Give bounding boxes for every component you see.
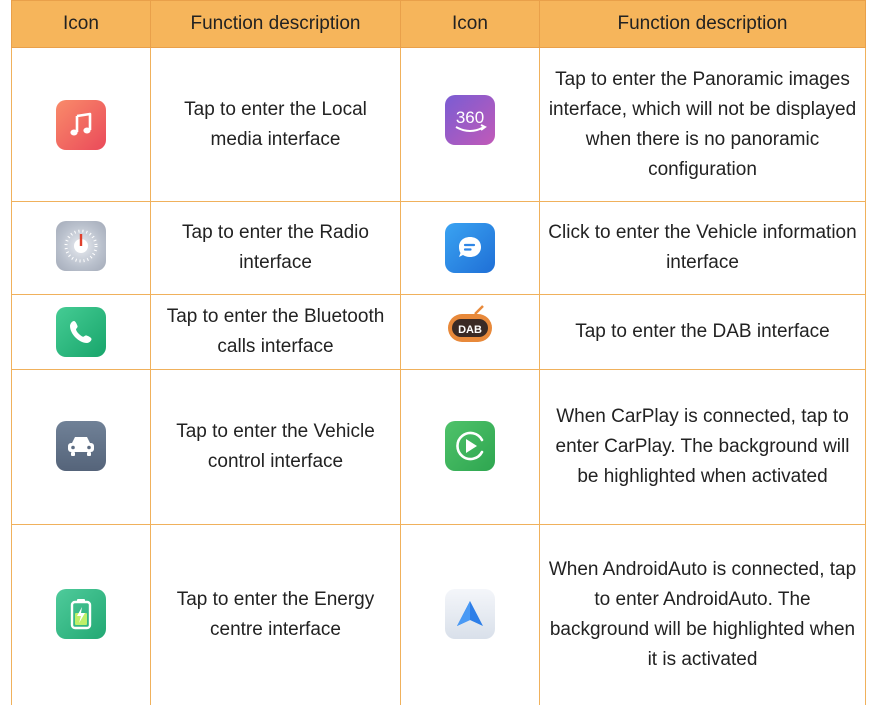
description-cell: Tap to enter the Vehicle control interfa… <box>150 369 401 525</box>
music-note-icon <box>56 99 106 150</box>
description-cell: Click to enter the Vehicle information i… <box>539 201 866 295</box>
table-row: Tap to enter the Radio interface Click t… <box>11 201 866 295</box>
icon-cell <box>11 294 151 370</box>
description-cell: Tap to enter the Bluetooth calls interfa… <box>150 294 401 370</box>
description-cell: Tap to enter the Panoramic images interf… <box>539 47 866 202</box>
dab-radio-icon: DAB <box>445 302 495 352</box>
icon-cell: 360 <box>400 47 540 202</box>
header-description-2: Function description <box>539 0 866 48</box>
icon-cell <box>400 524 540 705</box>
header-icon-2: Icon <box>400 0 540 48</box>
dab-radio-icon-text: DAB <box>458 324 482 336</box>
icon-cell <box>11 524 151 705</box>
description-cell: When CarPlay is connected, tap to enter … <box>539 369 866 525</box>
description-cell: When AndroidAuto is connected, tap to en… <box>539 524 866 705</box>
icon-cell <box>11 201 151 295</box>
radio-dial-icon <box>56 220 106 271</box>
description-cell: Tap to enter the Energy centre interface <box>150 524 401 705</box>
description-cell: Tap to enter the Local media interface <box>150 47 401 202</box>
icon-cell <box>400 369 540 525</box>
icon-cell <box>11 47 151 202</box>
panorama-360-icon: 360 <box>445 94 495 145</box>
description-cell: Tap to enter the DAB interface <box>539 294 866 370</box>
icon-cell: DAB <box>400 294 540 370</box>
header-row: Icon Function description Icon Function … <box>11 0 866 48</box>
description-cell: Tap to enter the Radio interface <box>150 201 401 295</box>
battery-charging-icon <box>56 589 106 639</box>
carplay-icon <box>445 420 495 471</box>
header-description-1: Function description <box>150 0 401 48</box>
icon-cell <box>11 369 151 525</box>
function-table: Icon Function description Icon Function … <box>11 0 866 705</box>
phone-icon <box>56 307 106 357</box>
icon-cell <box>400 201 540 295</box>
chat-bubble-icon <box>445 223 495 273</box>
android-auto-icon <box>445 588 495 639</box>
table-row: Tap to enter the Vehicle control interfa… <box>11 369 866 525</box>
table-row: Tap to enter the Local media interface 3… <box>11 47 866 202</box>
header-icon-1: Icon <box>11 0 151 48</box>
panorama-360-icon-text: 360 <box>456 108 484 127</box>
table-row: Tap to enter the Bluetooth calls interfa… <box>11 294 866 370</box>
table-row: Tap to enter the Energy centre interface… <box>11 524 866 705</box>
car-icon <box>56 420 106 471</box>
